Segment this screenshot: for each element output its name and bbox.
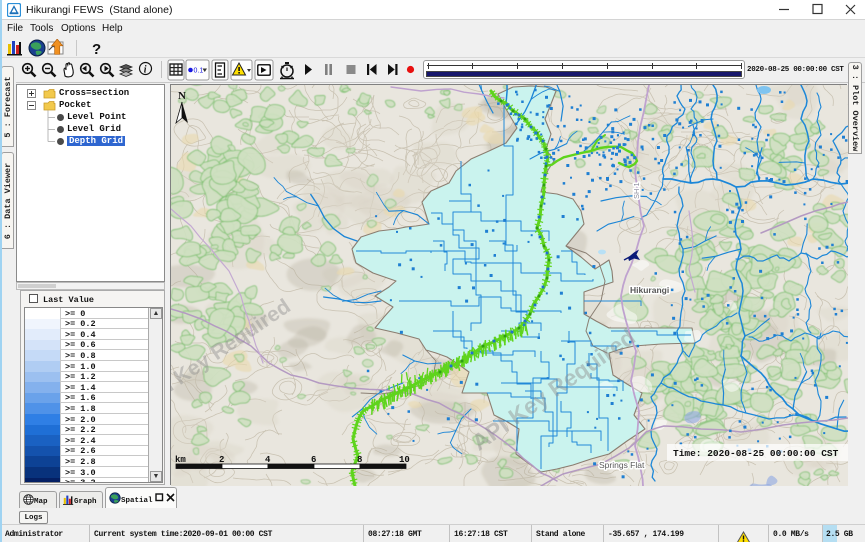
- svg-text:10: 10: [399, 455, 410, 465]
- svg-text:Hikurangi: Hikurangi: [630, 285, 669, 295]
- svg-text:?: ?: [92, 41, 101, 57]
- svg-text:i: i: [144, 65, 147, 76]
- svg-text:km: km: [175, 455, 186, 465]
- svg-text:2: 2: [219, 455, 224, 465]
- svg-text:0.1: 0.1: [194, 68, 204, 75]
- svg-text:4: 4: [265, 455, 271, 465]
- svg-text:SH 1: SH 1: [632, 182, 641, 199]
- svg-text:8: 8: [357, 455, 362, 465]
- svg-text:Time: 2020-08-25 00:00:00 CST: Time: 2020-08-25 00:00:00 CST: [673, 448, 839, 459]
- svg-text:N: N: [178, 90, 186, 102]
- svg-text:6: 6: [311, 455, 316, 465]
- svg-text:Springs Flat: Springs Flat: [599, 460, 645, 470]
